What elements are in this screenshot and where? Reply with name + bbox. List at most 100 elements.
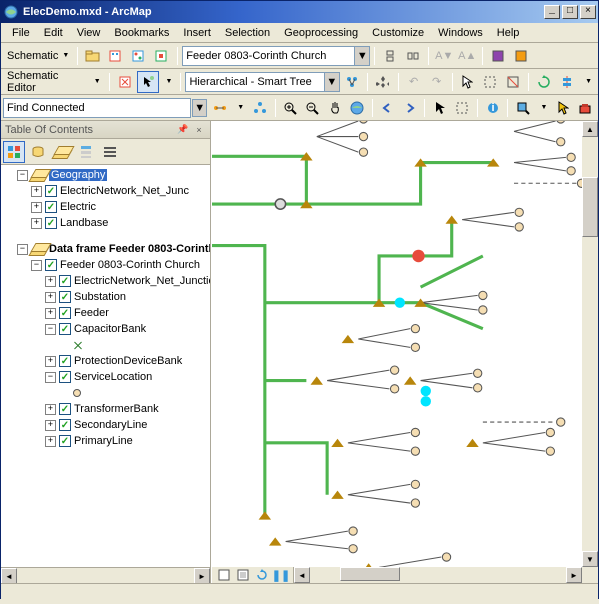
full-extent-button[interactable] bbox=[346, 97, 367, 119]
map-canvas[interactable]: ▲▼ ❚❚ ◄► bbox=[211, 121, 598, 583]
expand-btn[interactable]: + bbox=[31, 202, 42, 213]
tree-item[interactable]: ServiceLocation bbox=[74, 371, 152, 383]
move-tool-dropdown[interactable]: ▼ bbox=[162, 76, 177, 87]
toc-hscroll[interactable]: ◄► bbox=[1, 567, 210, 583]
menu-insert[interactable]: Insert bbox=[176, 25, 218, 41]
increase-text-button[interactable]: A▲ bbox=[456, 45, 478, 67]
minimize-button[interactable]: _ bbox=[544, 5, 560, 19]
tree-item[interactable]: Feeder bbox=[74, 307, 109, 319]
forward-button[interactable] bbox=[399, 97, 420, 119]
layer-checkbox[interactable] bbox=[45, 217, 57, 229]
expand-dataframe[interactable]: − bbox=[17, 244, 28, 255]
toc-tree[interactable]: − Geography + ElectricNetwork_Net_Junc + El… bbox=[1, 165, 210, 567]
expand-btn[interactable]: − bbox=[31, 260, 42, 271]
menu-view[interactable]: View bbox=[70, 25, 108, 41]
layer-checkbox[interactable] bbox=[59, 371, 71, 383]
tree-feeder[interactable]: Feeder 0803-Corinth Church bbox=[60, 259, 200, 271]
expand-btn[interactable]: + bbox=[45, 276, 56, 287]
find-input[interactable] bbox=[3, 98, 191, 118]
expand-btn[interactable]: + bbox=[45, 436, 56, 447]
maximize-button[interactable]: □ bbox=[562, 5, 578, 19]
layer-checkbox[interactable] bbox=[59, 307, 71, 319]
generate-diagram-button[interactable] bbox=[128, 45, 150, 67]
trace-dropdown[interactable]: ▼ bbox=[233, 102, 248, 113]
menu-edit[interactable]: Edit bbox=[37, 25, 70, 41]
zoom-to-sel-button[interactable] bbox=[512, 97, 533, 119]
tree-item[interactable]: Substation bbox=[74, 291, 126, 303]
layer-checkbox[interactable] bbox=[59, 403, 71, 415]
expand-geography[interactable]: − bbox=[17, 170, 28, 181]
schematic-editor-menu[interactable]: Schematic Editor▼ bbox=[3, 68, 105, 96]
layer-checkbox[interactable] bbox=[45, 259, 57, 271]
menu-bookmarks[interactable]: Bookmarks bbox=[107, 25, 176, 41]
tree-item[interactable]: ProtectionDeviceBank bbox=[74, 355, 182, 367]
menu-help[interactable]: Help bbox=[490, 25, 527, 41]
toc-options[interactable] bbox=[99, 141, 121, 163]
back-button[interactable] bbox=[377, 97, 398, 119]
diagram-select[interactable]: Feeder 0803-Corinth Church ▼ bbox=[182, 46, 370, 66]
open-diagram-button[interactable] bbox=[82, 45, 104, 67]
menu-selection[interactable]: Selection bbox=[218, 25, 277, 41]
toolbox-button[interactable] bbox=[575, 97, 596, 119]
layer-checkbox[interactable] bbox=[59, 419, 71, 431]
pan-button[interactable] bbox=[324, 97, 345, 119]
clear-sel-tool[interactable] bbox=[502, 71, 524, 93]
layer-checkbox[interactable] bbox=[45, 185, 57, 197]
layout-view-tab[interactable] bbox=[235, 567, 251, 583]
undo-button[interactable]: ↶ bbox=[403, 71, 425, 93]
refresh-button[interactable] bbox=[254, 567, 270, 583]
expand-btn[interactable]: + bbox=[31, 218, 42, 229]
expand-btn[interactable]: + bbox=[45, 404, 56, 415]
find-dropdown[interactable]: ▼ bbox=[192, 99, 207, 117]
tree-dataframe[interactable]: Data frame Feeder 0803-Corinth Church bbox=[49, 243, 210, 255]
menu-customize[interactable]: Customize bbox=[365, 25, 431, 41]
layer-checkbox[interactable] bbox=[59, 291, 71, 303]
tree-item[interactable]: SecondaryLine bbox=[74, 419, 147, 431]
layer-checkbox[interactable] bbox=[45, 201, 57, 213]
schematic-menu[interactable]: Schematic▼ bbox=[3, 48, 73, 64]
propagate-button[interactable] bbox=[379, 45, 401, 67]
pointer-tool[interactable] bbox=[457, 71, 479, 93]
toc-close-button[interactable]: × bbox=[192, 123, 206, 137]
layout-props-button[interactable] bbox=[372, 71, 394, 93]
toc-list-by-visibility[interactable] bbox=[51, 141, 73, 163]
canvas-vscroll[interactable]: ▲▼ bbox=[582, 121, 598, 567]
zoom-out-button[interactable] bbox=[302, 97, 323, 119]
close-button[interactable]: × bbox=[580, 5, 596, 19]
zoom-dropdown[interactable]: ▼ bbox=[536, 102, 551, 113]
select-arrow-button[interactable] bbox=[429, 97, 450, 119]
layer-checkbox[interactable] bbox=[59, 435, 71, 447]
tree-item[interactable]: TransformerBank bbox=[74, 403, 159, 415]
rotate-tool[interactable] bbox=[533, 71, 555, 93]
align-tool[interactable] bbox=[556, 71, 578, 93]
tree-geography[interactable]: Geography bbox=[49, 169, 107, 181]
propagate-sel-button[interactable] bbox=[402, 45, 424, 67]
edit-tool-button[interactable] bbox=[114, 71, 136, 93]
expand-btn[interactable]: + bbox=[45, 292, 56, 303]
expand-btn[interactable]: + bbox=[45, 308, 56, 319]
menu-geoprocessing[interactable]: Geoprocessing bbox=[277, 25, 365, 41]
layout-select[interactable]: Hierarchical - Smart Tree ▼ bbox=[185, 72, 339, 92]
expand-btn[interactable]: − bbox=[45, 324, 56, 335]
tree-item[interactable]: CapacitorBank bbox=[74, 323, 146, 335]
tree-item[interactable]: ElectricNetwork_Net_Junctions bbox=[74, 275, 210, 287]
tree-item[interactable]: ElectricNetwork_Net_Junc bbox=[60, 185, 189, 197]
trace-tool-1[interactable] bbox=[209, 97, 230, 119]
clear-selection-button[interactable] bbox=[452, 97, 473, 119]
select-yellow-button[interactable] bbox=[552, 97, 573, 119]
move-tool-button[interactable] bbox=[137, 71, 159, 93]
toc-list-by-selection[interactable] bbox=[75, 141, 97, 163]
data-view-tab[interactable] bbox=[216, 567, 232, 583]
align-dropdown[interactable]: ▼ bbox=[581, 76, 596, 87]
options-button[interactable] bbox=[487, 45, 509, 67]
save-edits-button[interactable] bbox=[510, 45, 532, 67]
tree-item[interactable]: Electric bbox=[60, 201, 96, 213]
identify-button[interactable]: i bbox=[482, 97, 503, 119]
layer-checkbox[interactable] bbox=[59, 323, 71, 335]
canvas-hscroll[interactable]: ❚❚ ◄► bbox=[212, 567, 582, 583]
redo-button[interactable]: ↷ bbox=[426, 71, 448, 93]
expand-btn[interactable]: + bbox=[31, 186, 42, 197]
expand-btn[interactable]: − bbox=[45, 372, 56, 383]
menu-windows[interactable]: Windows bbox=[431, 25, 490, 41]
layer-checkbox[interactable] bbox=[59, 355, 71, 367]
